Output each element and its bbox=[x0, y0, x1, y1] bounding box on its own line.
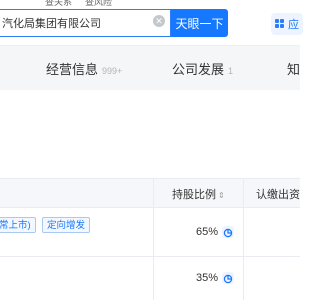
search-bar: 汽化局集团有限公司 ✕ 天眼一下 应 bbox=[0, 9, 303, 37]
table-row: 常上市) 定向增发 65% bbox=[0, 207, 300, 255]
nav-link-risks[interactable]: 查风险 bbox=[85, 0, 112, 8]
ownership-chart-icon[interactable] bbox=[222, 272, 234, 284]
tab-business-info[interactable]: 经营信息 999+ bbox=[46, 59, 122, 78]
header-label: 持股比例 bbox=[172, 189, 216, 201]
top-nav: 查关系 查风险 bbox=[0, 0, 300, 8]
header-subscribed-capital[interactable]: 认缴出资 bbox=[256, 186, 300, 202]
tab-count: 999+ bbox=[102, 66, 123, 76]
tab-label: 经营信息 bbox=[46, 62, 99, 77]
private-placement-tag: 定向增发 bbox=[42, 217, 91, 233]
tab-label: 知 bbox=[287, 62, 301, 77]
grid-icon bbox=[275, 19, 285, 29]
app-button-label: 应 bbox=[288, 19, 299, 31]
section-tabs: 经营信息 999+ 公司发展 1 知 bbox=[0, 45, 300, 90]
shareholding-ratio: 65% bbox=[196, 226, 219, 238]
listing-tag: 常上市) bbox=[0, 217, 36, 233]
tab-company-development[interactable]: 公司发展 1 bbox=[172, 59, 233, 78]
tab-count: 1 bbox=[228, 66, 234, 76]
ownership-chart-icon[interactable] bbox=[222, 226, 234, 238]
table-header: 持股比例 ⇕ 认缴出资 bbox=[0, 178, 300, 208]
table-row: 35% bbox=[0, 257, 300, 305]
search-button[interactable]: 天眼一下 bbox=[171, 9, 228, 37]
sort-icon[interactable]: ⇕ bbox=[218, 191, 225, 200]
app-button[interactable]: 应 bbox=[271, 13, 303, 35]
header-shareholding-ratio[interactable]: 持股比例 ⇕ bbox=[172, 186, 225, 202]
search-input-value: 汽化局集团有限公司 bbox=[2, 18, 101, 30]
shareholding-ratio: 35% bbox=[196, 272, 219, 284]
clear-icon[interactable]: ✕ bbox=[153, 15, 165, 27]
nav-link-relations[interactable]: 查关系 bbox=[45, 0, 72, 8]
search-input[interactable]: 汽化局集团有限公司 bbox=[0, 9, 171, 37]
tab-label: 公司发展 bbox=[172, 62, 225, 77]
tab-knowledge[interactable]: 知 bbox=[287, 59, 300, 78]
